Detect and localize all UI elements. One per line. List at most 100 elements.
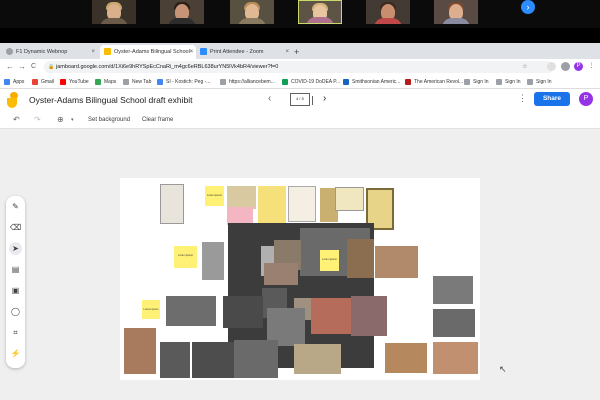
new-tab-button[interactable]: +	[294, 45, 299, 59]
lock-icon: 🔒	[48, 64, 55, 70]
close-icon[interactable]: ×	[285, 45, 289, 59]
sticky-note[interactable]: Lorem ipsum	[320, 250, 339, 271]
certificate-image[interactable]	[288, 186, 316, 222]
sepia-building-photo[interactable]	[294, 344, 341, 374]
globe-icon	[220, 79, 226, 85]
redo-button[interactable]: ↷	[34, 114, 41, 126]
globe-icon	[6, 48, 13, 55]
tab-zoom[interactable]: Print Attendee - Zoom ×	[196, 45, 292, 59]
reload-button[interactable]: C	[31, 61, 36, 73]
class-photo[interactable]	[166, 296, 216, 326]
close-icon[interactable]: ×	[91, 45, 95, 59]
select-tool[interactable]: ➤	[9, 242, 22, 255]
sticky-note-text: Lorem ipsum	[143, 308, 159, 311]
building-photo[interactable]	[433, 276, 473, 304]
more-options-icon[interactable]: ⋮	[518, 93, 527, 104]
chevron-right-icon[interactable]: ›	[521, 0, 535, 14]
bookmark-item[interactable]: YouTube	[60, 77, 89, 87]
bookmark-item[interactable]: Sign In	[527, 77, 552, 87]
bookmark-item[interactable]: SI - Kostich: Peg -...	[157, 77, 210, 87]
color-class-photo[interactable]	[385, 343, 427, 373]
video-tile[interactable]	[298, 0, 342, 24]
zoom-dropdown-caret[interactable]: ▾	[71, 114, 74, 126]
children-photo[interactable]	[202, 242, 224, 280]
diploma-image[interactable]	[335, 187, 364, 211]
video-tile[interactable]	[366, 0, 410, 24]
classroom-photo[interactable]	[234, 340, 278, 378]
jamboard-frame[interactable]: Lorem ipsum Lorem ipsum Lorem ipsum Lore…	[120, 178, 480, 380]
sticky-note-text: Lorem ipsum	[322, 258, 337, 261]
pen-tool[interactable]: ✎	[9, 200, 22, 213]
clear-frame-button[interactable]: Clear frame	[142, 115, 173, 125]
bookmark-item[interactable]: Sign In	[496, 77, 521, 87]
bookmark-item[interactable]: Sign In	[464, 77, 489, 87]
bookmark-label: Sign In	[536, 79, 552, 85]
video-tile[interactable]	[92, 0, 136, 24]
students-photo[interactable]	[160, 342, 190, 378]
menu-icon[interactable]: ⋮	[587, 62, 596, 71]
globe-icon	[496, 79, 502, 85]
tab-webnop[interactable]: F1 Dynamic Webnop ×	[2, 45, 98, 59]
puzzle-icon[interactable]	[561, 62, 570, 71]
address-bar[interactable]: 🔒 jamboard.google.com/d/1Xi6e9hRYSpEcCna…	[44, 61, 554, 73]
color-children-photo[interactable]	[124, 328, 156, 374]
profile-avatar[interactable]: P	[574, 62, 583, 71]
sticky-note[interactable]: Lorem ipsum	[142, 300, 160, 319]
bookmark-label: SI - Kostich: Peg -...	[166, 79, 211, 85]
tab-jamboard[interactable]: Oyster-Adams Bilingual School - ×	[100, 45, 196, 59]
eraser-tool[interactable]: ⌫	[9, 221, 22, 234]
sticky-note-tool[interactable]: ▤	[9, 263, 22, 276]
previous-frame-button[interactable]: ‹	[268, 93, 271, 104]
collage-photo[interactable]	[351, 296, 387, 336]
zoom-icon[interactable]: ⊕	[57, 114, 64, 126]
tab-label: Oyster-Adams Bilingual School -	[114, 49, 194, 55]
portrait-photo[interactable]	[264, 263, 298, 285]
set-background-button[interactable]: Set background	[88, 115, 130, 125]
video-tile[interactable]	[434, 0, 478, 24]
action-bar: ↶ ↷ ⊕ ▾ Set background Clear frame	[0, 111, 600, 129]
document-image[interactable]	[227, 186, 256, 209]
circle-tool[interactable]: ◯	[9, 305, 22, 318]
sticky-note[interactable]: Lorem ipsum	[174, 246, 197, 268]
newspaper-clipping-image[interactable]	[160, 184, 184, 224]
next-frame-button[interactable]: ›	[323, 93, 326, 104]
color-classroom-photo[interactable]	[375, 246, 418, 278]
jamboard-logo-icon[interactable]	[7, 92, 19, 108]
star-icon[interactable]: ☆	[522, 63, 528, 70]
back-button[interactable]: ←	[6, 61, 14, 73]
forward-button[interactable]: →	[18, 61, 26, 73]
bookmark-item[interactable]: Smithsonian Americ...	[343, 77, 400, 87]
color-group-photo[interactable]	[311, 298, 351, 334]
laser-tool[interactable]: ⚡	[9, 347, 22, 360]
doc-icon	[157, 79, 163, 85]
frame-counter[interactable]: 4 / 5	[290, 93, 313, 106]
group-portrait-photo[interactable]	[223, 296, 263, 328]
avatar[interactable]: P	[579, 92, 593, 106]
video-tile[interactable]	[230, 0, 274, 24]
bookmark-item[interactable]: New Tab	[123, 77, 151, 87]
bookmark-item[interactable]: https://alliancebem...	[220, 77, 275, 87]
bookmark-item[interactable]: COVID-19 DoDEA P...	[282, 77, 340, 87]
hallway-photo[interactable]	[192, 342, 236, 378]
classroom-photo[interactable]	[347, 239, 374, 278]
jam-title[interactable]: Oyster-Adams Bilingual School draft exhi…	[29, 94, 192, 106]
close-icon[interactable]: ×	[189, 45, 193, 59]
yellow-document-image[interactable]	[258, 186, 286, 224]
students-photo[interactable]	[433, 309, 475, 337]
browser-chrome: F1 Dynamic Webnop × Oyster-Adams Bilingu…	[0, 43, 600, 89]
bookmark-item[interactable]: Maps	[95, 77, 116, 87]
video-tile[interactable]	[160, 0, 204, 24]
bookmark-label: COVID-19 DoDEA P...	[291, 79, 341, 85]
bookmark-item[interactable]: Gmail	[32, 77, 54, 87]
color-class-photo[interactable]	[433, 342, 478, 374]
bookmark-item[interactable]: Apps	[4, 77, 24, 87]
sticky-note[interactable]: Lorem ipsum	[205, 186, 224, 206]
share-button[interactable]: Share	[534, 92, 570, 106]
sheets-icon	[282, 79, 288, 85]
extension-icon[interactable]	[547, 62, 556, 71]
undo-button[interactable]: ↶	[13, 114, 20, 126]
sticky-note-text: Lorem ipsum	[178, 254, 193, 257]
add-image-tool[interactable]: ▣	[9, 284, 22, 297]
text-box-tool[interactable]: ⌗	[9, 326, 22, 339]
bookmark-item[interactable]: The American Revol...	[405, 77, 463, 87]
